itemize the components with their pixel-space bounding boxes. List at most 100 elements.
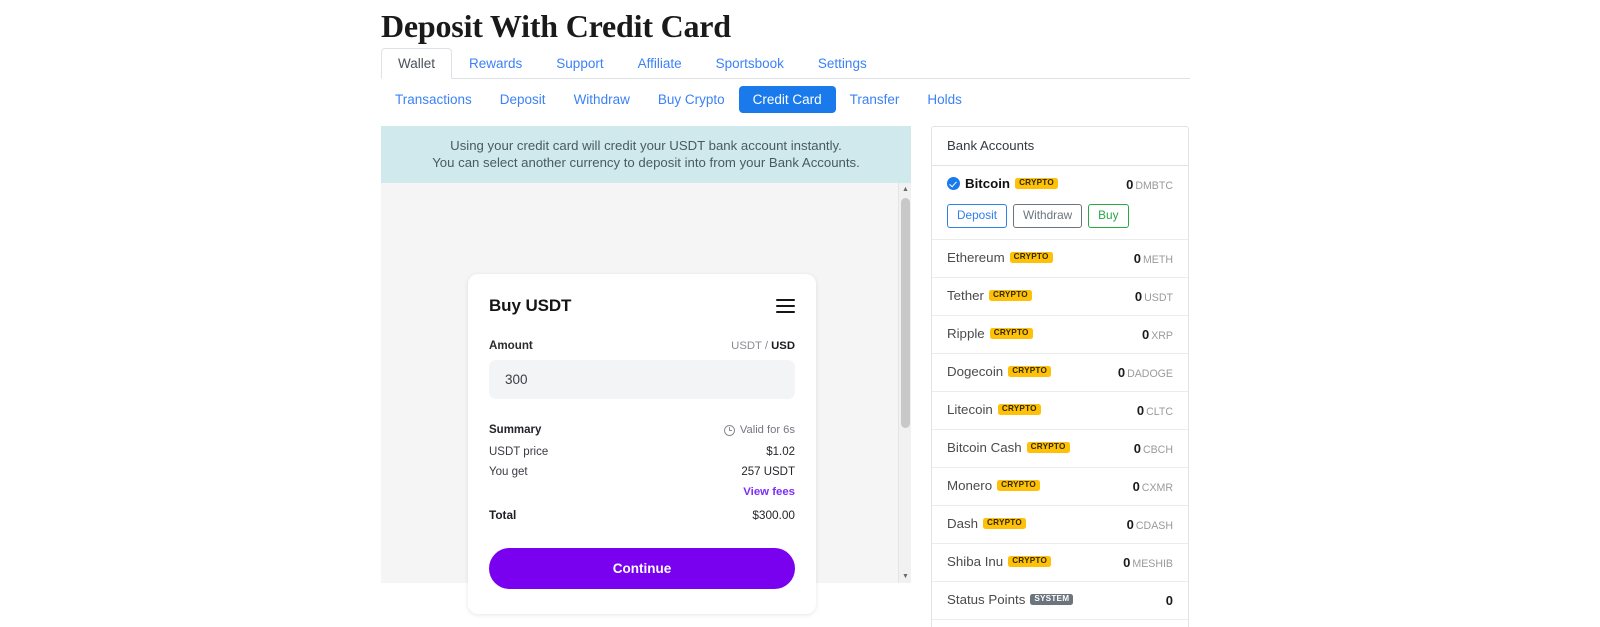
bank-account-identity: Monero CRYPTO: [947, 478, 1040, 493]
secondary-tab-transactions[interactable]: Transactions: [381, 86, 486, 113]
primary-tab-bar: Wallet Rewards Support Affiliate Sportsbook S…: [381, 48, 1190, 79]
bank-account-balance: 0 XRP: [1142, 326, 1173, 342]
secondary-tab-buy-crypto[interactable]: Buy Crypto: [644, 86, 739, 113]
secondary-tab-deposit[interactable]: Deposit: [486, 86, 560, 113]
account-type-badge: CRYPTO: [989, 327, 1033, 340]
bank-account-row[interactable]: BetbackSYSTEM0DMBTC: [932, 620, 1188, 627]
balance-currency-code: MESHIB: [1132, 558, 1173, 570]
chevron-down-icon[interactable]: ▼: [899, 570, 912, 583]
hamburger-icon[interactable]: [776, 299, 795, 313]
primary-tab-sportsbook[interactable]: Sportsbook: [699, 48, 801, 78]
buy-button[interactable]: Buy: [1088, 204, 1129, 228]
balance-amount: 0: [1136, 403, 1145, 418]
balance-currency-code: CDASH: [1135, 520, 1173, 532]
balance-currency-code: DADOGE: [1127, 368, 1173, 380]
balance-amount: 0: [1126, 517, 1134, 532]
withdraw-button[interactable]: Withdraw: [1013, 204, 1083, 228]
bank-account-name: Ripple: [947, 326, 985, 341]
bank-account-row[interactable]: Status Points SYSTEM 0: [932, 582, 1188, 620]
account-type-badge: CRYPTO: [1026, 441, 1070, 454]
bank-account-identity: Status Points SYSTEM: [947, 592, 1074, 607]
bank-accounts-panel: Bank Accounts Bitcoin CRYPTO Deposit Withdr…: [931, 126, 1189, 627]
secondary-tab-transfer[interactable]: Transfer: [836, 86, 914, 113]
buy-card-title: Buy USDT: [489, 296, 572, 315]
bank-account-identity: Tether CRYPTO: [947, 288, 1032, 303]
bank-account-balance: 0 METH: [1134, 250, 1173, 266]
account-type-badge: CRYPTO: [997, 403, 1041, 416]
bank-account-name: Status Points: [947, 592, 1026, 607]
bank-account-balance: 0 CXMR: [1133, 478, 1173, 494]
bank-account-row[interactable]: Litecoin CRYPTO 0 CLTC: [932, 392, 1188, 430]
account-type-badge: CRYPTO: [988, 289, 1032, 302]
primary-tab-affiliate[interactable]: Affiliate: [621, 48, 699, 78]
secondary-tab-withdraw[interactable]: Withdraw: [560, 86, 644, 113]
bank-account-row[interactable]: Dogecoin CRYPTO 0 DADOGE: [932, 354, 1188, 392]
bank-account-row[interactable]: Monero CRYPTO 0 CXMR: [932, 468, 1188, 506]
bank-account-row[interactable]: Bitcoin Cash CRYPTO 0 CBCH: [932, 430, 1188, 468]
bank-accounts-list: Bitcoin CRYPTO Deposit Withdraw Buy 0 DMBTC Eth…: [932, 166, 1188, 627]
balance-currency-code: DMBTC: [1135, 180, 1173, 192]
secondary-tab-credit-card[interactable]: Credit Card: [738, 86, 836, 113]
bank-account-row[interactable]: Ethereum CRYPTO 0 METH: [932, 240, 1188, 278]
account-type-badge: CRYPTO: [983, 517, 1026, 530]
deposit-button[interactable]: Deposit: [947, 204, 1007, 228]
primary-tab-wallet[interactable]: Wallet: [381, 48, 453, 79]
deposit-credit-card-page: Deposit With Credit Card Wallet Rewards Su…: [0, 0, 1600, 627]
account-type-badge: SYSTEM: [1030, 593, 1074, 606]
balance-currency-code: CXMR: [1141, 482, 1173, 494]
widget-scroll-area: Buy USDT Amount USDT / USD 300 Summary V…: [381, 183, 911, 614]
summary-row-key: You get: [489, 466, 528, 478]
primary-tab-settings[interactable]: Settings: [801, 48, 884, 78]
bank-account-name: Shiba Inu: [947, 554, 1004, 569]
account-type-badge: CRYPTO: [1008, 365, 1052, 378]
primary-tab-support[interactable]: Support: [539, 48, 620, 78]
hamburger-bar: [776, 299, 795, 301]
summary-row-key: USDT price: [489, 446, 549, 458]
summary-block: Summary Valid for 6s USDT price $1.02 You …: [489, 424, 795, 522]
bank-account-row[interactable]: Shiba Inu CRYPTO 0 MESHIB: [932, 544, 1188, 582]
bank-account-row[interactable]: Ripple CRYPTO 0 XRP: [932, 316, 1188, 354]
bank-account-identity: Ethereum CRYPTO: [947, 250, 1053, 265]
bank-account-identity: Shiba Inu CRYPTO: [947, 554, 1052, 569]
secondary-tab-holds[interactable]: Holds: [913, 86, 976, 113]
credit-card-notice: Using your credit card will credit your …: [381, 126, 911, 183]
currency-pair[interactable]: USDT / USD: [731, 340, 795, 352]
view-fees-link[interactable]: View fees: [743, 486, 795, 498]
primary-tab-rewards[interactable]: Rewards: [452, 48, 539, 78]
balance-currency-code: XRP: [1151, 330, 1173, 342]
bank-account-name: Ethereum: [947, 250, 1005, 265]
balance-amount: 0: [1123, 555, 1131, 570]
continue-button[interactable]: Continue: [489, 548, 795, 589]
buy-card-header: Buy USDT: [489, 296, 795, 316]
bank-account-name: Bitcoin Cash: [947, 440, 1022, 455]
balance-currency-code: CBCH: [1142, 444, 1173, 456]
bank-account-name: Tether: [947, 288, 984, 303]
summary-row-value: 257 USDT: [741, 466, 795, 478]
account-type-badge: CRYPTO: [1015, 177, 1058, 190]
bank-account-identity: Dogecoin CRYPTO: [947, 364, 1052, 379]
widget-scrollbar[interactable]: ▲ ▼: [898, 183, 911, 583]
clock-icon: [723, 424, 735, 436]
chevron-up-icon[interactable]: ▲: [899, 183, 912, 196]
bank-account-name: Dogecoin: [947, 364, 1004, 379]
scrollbar-thumb[interactable]: [901, 198, 910, 428]
amount-label: Amount: [489, 339, 533, 352]
bank-account-actions: Deposit Withdraw Buy: [947, 204, 1129, 228]
balance-currency-code: USDT: [1144, 292, 1173, 304]
balance-amount: 0: [1117, 365, 1126, 380]
balance-amount: 0: [1165, 593, 1173, 608]
bank-accounts-title: Bank Accounts: [932, 127, 1188, 166]
pair-to: USD: [771, 340, 795, 352]
bank-account-row[interactable]: Bitcoin CRYPTO Deposit Withdraw Buy 0 DMBTC: [932, 166, 1188, 240]
balance-amount: 0: [1134, 289, 1143, 304]
balance-currency-code: METH: [1142, 254, 1173, 266]
bank-account-balance: 0 CLTC: [1137, 402, 1173, 418]
bank-account-row[interactable]: Dash CRYPTO 0 CDASH: [932, 506, 1188, 544]
balance-amount: 0: [1133, 251, 1141, 266]
amount-input[interactable]: [489, 360, 795, 399]
bank-account-identity: Litecoin CRYPTO: [947, 402, 1041, 417]
total-row: Total $300.00: [489, 508, 795, 522]
page-title: Deposit With Credit Card: [381, 8, 731, 44]
bank-account-row[interactable]: Tether CRYPTO 0 USDT: [932, 278, 1188, 316]
bank-account-identity: Bitcoin CRYPTO Deposit Withdraw Buy: [947, 176, 1129, 228]
